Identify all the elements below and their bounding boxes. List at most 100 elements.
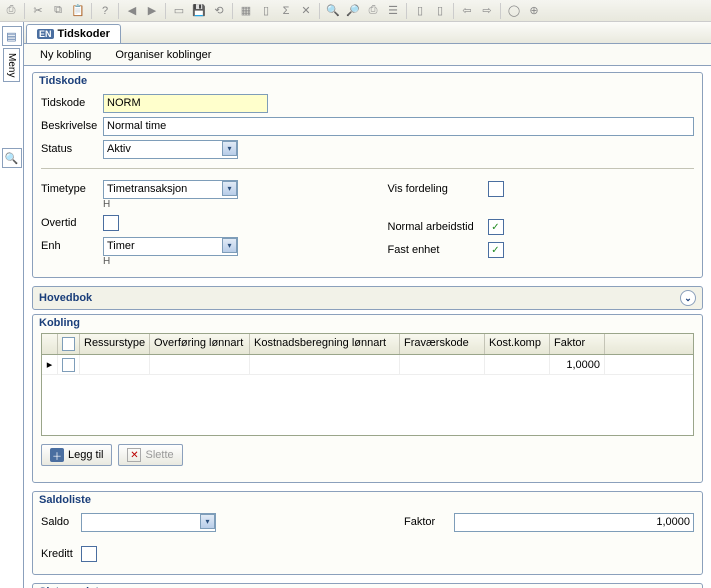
slette-label: Slette [145, 449, 173, 461]
print-icon[interactable]: ⎙ [2, 2, 20, 20]
hovedbok-title: Hovedbok [39, 292, 92, 304]
legg-til-button[interactable]: ＋ Legg til [41, 444, 112, 466]
normal-checkbox[interactable]: ✓ [488, 219, 504, 235]
globe-icon[interactable]: ◯ [505, 2, 523, 20]
gh-ressurstype[interactable]: Ressurstype [80, 334, 150, 354]
enh-field[interactable] [103, 237, 238, 256]
enh-dropdown[interactable]: ▾ [103, 237, 238, 256]
table-row[interactable]: ▸ 1,0000 [42, 355, 693, 375]
nav-prev-icon[interactable]: ◀ [123, 2, 141, 20]
sub-tab-ny[interactable]: Ny kobling [34, 46, 97, 64]
row-checkbox[interactable] [62, 358, 75, 372]
cell-kostkomp[interactable] [485, 355, 550, 374]
kobling-grid: Ressurstype Overføring lønnart Kostnadsb… [41, 333, 694, 436]
cell-faktor[interactable]: 1,0000 [550, 355, 605, 374]
chevron-down-icon[interactable]: ▾ [222, 181, 237, 196]
help-icon[interactable]: ? [96, 2, 114, 20]
tab-tidskoder[interactable]: EN Tidskoder [26, 24, 121, 43]
printer-icon[interactable]: ⎙ [364, 2, 382, 20]
gh-fravaer[interactable]: Fraværskode [400, 334, 485, 354]
timetype-field[interactable] [103, 180, 238, 199]
overtid-label: Overtid [41, 217, 103, 229]
delete-icon: ✕ [127, 448, 141, 462]
sist-title: Sist oppdat. [33, 584, 702, 588]
timetype-sub: H [103, 199, 348, 210]
cell-kostnad[interactable] [250, 355, 400, 374]
save-icon[interactable]: 💾 [190, 2, 208, 20]
grid-header: Ressurstype Overføring lønnart Kostnadsb… [42, 334, 693, 355]
panel-hovedbok[interactable]: Hovedbok ⌄ [32, 286, 703, 310]
saldo-label: Saldo [41, 516, 81, 528]
cell-fravaer[interactable] [400, 355, 485, 374]
layout-icon[interactable]: ▤ [2, 26, 22, 46]
gh-filler [605, 334, 693, 354]
saldo-dropdown[interactable]: ▾ [81, 513, 216, 532]
panel-saldoliste: Saldoliste Saldo ▾ Faktor Kred [32, 491, 703, 575]
grid-icon[interactable]: ▦ [237, 2, 255, 20]
doc-icon[interactable]: ▯ [411, 2, 429, 20]
faktor-input[interactable] [454, 513, 694, 532]
status-dropdown[interactable]: ▾ [103, 140, 238, 159]
kobling-title: Kobling [33, 315, 702, 331]
cell-ressurstype[interactable] [80, 355, 150, 374]
chevron-down-icon[interactable]: ▾ [200, 514, 215, 529]
chart-icon[interactable]: ▯ [257, 2, 275, 20]
meny-tab[interactable]: Meny [3, 48, 20, 82]
plus-icon[interactable]: ⊕ [525, 2, 543, 20]
vis-label: Vis fordeling [388, 183, 488, 195]
saldo-title: Saldoliste [33, 492, 702, 508]
tree-icon[interactable]: ☰ [384, 2, 402, 20]
vis-checkbox[interactable] [488, 181, 504, 197]
nav-next-icon[interactable]: ▶ [143, 2, 161, 20]
normal-label: Normal arbeidstid [388, 221, 488, 233]
doc2-icon[interactable]: ▯ [431, 2, 449, 20]
timetype-label: Timetype [41, 183, 103, 195]
status-label: Status [41, 143, 103, 155]
faktor-label: Faktor [404, 516, 454, 528]
cut-icon[interactable]: ✂ [29, 2, 47, 20]
back-icon[interactable]: ⇦ [458, 2, 476, 20]
slette-button[interactable]: ✕ Slette [118, 444, 182, 466]
gh-checkbox[interactable] [58, 334, 80, 354]
forward-icon[interactable]: ⇨ [478, 2, 496, 20]
window-icon[interactable]: ▭ [170, 2, 188, 20]
zoom-icon[interactable]: 🔎 [344, 2, 362, 20]
gh-faktor[interactable]: Faktor [550, 334, 605, 354]
fast-checkbox[interactable]: ✓ [488, 242, 504, 258]
copy-icon[interactable]: ⧉ [49, 2, 67, 20]
cell-overforing[interactable] [150, 355, 250, 374]
timetype-dropdown[interactable]: ▾ [103, 180, 238, 199]
search-icon[interactable]: 🔍 [324, 2, 342, 20]
kreditt-label: Kreditt [41, 548, 81, 560]
tidskode-label: Tidskode [41, 97, 103, 109]
gh-kostnad[interactable]: Kostnadsberegning lønnart [250, 334, 400, 354]
overtid-checkbox[interactable] [103, 215, 119, 231]
panel-sist: Sist oppdat. Bruker ID SYSEN Dato 18.11.… [32, 583, 703, 588]
status-field[interactable] [103, 140, 238, 159]
paste-icon[interactable]: 📋 [69, 2, 87, 20]
gh-indicator [42, 334, 58, 354]
top-toolbar: ⎙ ✂ ⧉ 📋 ? ◀ ▶ ▭ 💾 ⟲ ▦ ▯ Σ ✕ 🔍 🔎 ⎙ ☰ ▯ ▯ … [0, 0, 711, 22]
enh-sub: H [103, 256, 348, 267]
saldo-field[interactable] [81, 513, 216, 532]
gh-kostkomp[interactable]: Kost.komp [485, 334, 550, 354]
enh-label: Enh [41, 240, 103, 252]
beskrivelse-label: Beskrivelse [41, 120, 103, 132]
panel-tidskode: Tidskode Tidskode Beskrivelse Status [32, 72, 703, 278]
grid-body: ▸ 1,0000 [42, 355, 693, 435]
refresh-icon[interactable]: ⟲ [210, 2, 228, 20]
sum-icon[interactable]: Σ [277, 2, 295, 20]
side-rail: ▤ Meny 🔍 [0, 22, 24, 588]
expand-icon[interactable]: ⌄ [680, 290, 696, 306]
tab-badge: EN [37, 29, 54, 39]
tidskode-input[interactable] [103, 94, 268, 113]
cross-icon[interactable]: ✕ [297, 2, 315, 20]
chevron-down-icon[interactable]: ▾ [222, 141, 237, 156]
beskrivelse-input[interactable] [103, 117, 694, 136]
sub-tab-org[interactable]: Organiser koblinger [109, 46, 217, 64]
gh-overforing[interactable]: Overføring lønnart [150, 334, 250, 354]
plus-icon: ＋ [50, 448, 64, 462]
magnifier-icon[interactable]: 🔍 [2, 148, 22, 168]
kreditt-checkbox[interactable] [81, 546, 97, 562]
chevron-down-icon[interactable]: ▾ [222, 238, 237, 253]
